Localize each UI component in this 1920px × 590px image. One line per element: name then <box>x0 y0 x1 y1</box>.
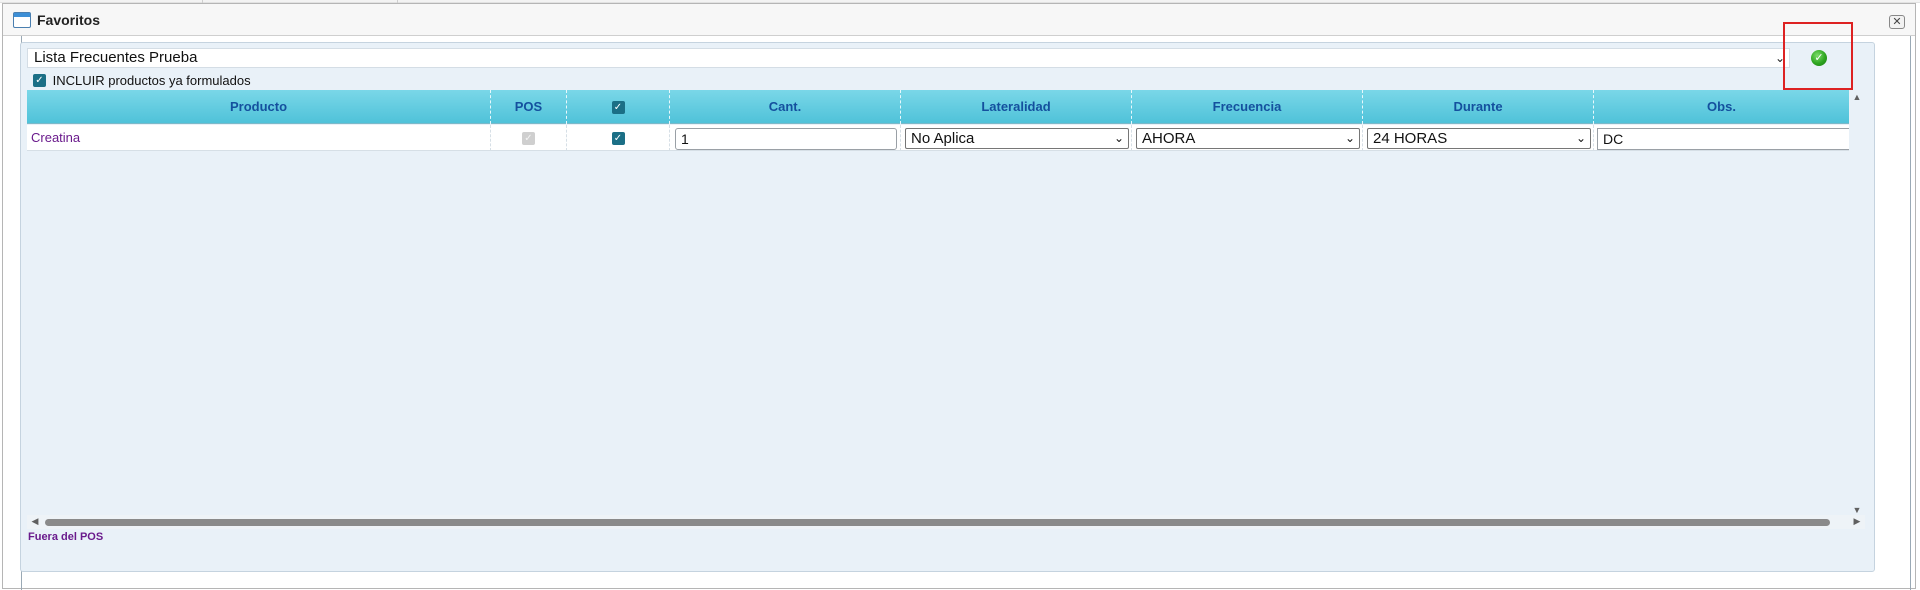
chevron-down-icon: ⌄ <box>1113 131 1124 145</box>
durante-cell: 24 HORAS ⌄ <box>1363 125 1594 151</box>
scroll-up-icon[interactable]: ▲ <box>1849 92 1865 102</box>
frecuencia-value: AHORA <box>1142 130 1196 147</box>
table-row[interactable]: Creatina ✓ ✓ 1 No Aplica ⌄ AHORA ⌄ 24 HO… <box>27 125 1849 151</box>
durante-select[interactable]: 24 HORAS ⌄ <box>1367 128 1591 149</box>
horizontal-scrollbar[interactable]: ◀ ▶ <box>27 515 1865 529</box>
products-grid: Producto POS ✓ Cant. Lateralidad Frecuen… <box>27 90 1849 515</box>
favorites-list-value: Lista Frecuentes Prueba <box>34 49 198 66</box>
grid-header: Producto POS ✓ Cant. Lateralidad Frecuen… <box>27 90 1849 124</box>
cant-cell: 1 <box>670 125 901 151</box>
quantity-input[interactable]: 1 <box>675 128 897 150</box>
chevron-down-icon: ⌄ <box>1575 131 1586 145</box>
frecuencia-cell: AHORA ⌄ <box>1132 125 1363 151</box>
close-icon[interactable]: ✕ <box>1889 15 1905 29</box>
dialog-titlebar[interactable]: Favoritos ✕ <box>3 4 1915 36</box>
include-formulated-checkbox[interactable]: ✓ <box>33 74 46 88</box>
product-name[interactable]: Creatina <box>27 125 491 151</box>
select-all-checkbox[interactable]: ✓ <box>611 101 625 115</box>
favorites-list-select[interactable]: Lista Frecuentes Prueba ⌄ <box>27 48 1790 68</box>
select-cell: ✓ <box>567 125 670 151</box>
column-header-pos[interactable]: POS <box>491 90 567 124</box>
column-header-producto[interactable]: Producto <box>27 90 491 124</box>
column-header-obs[interactable]: Obs. <box>1594 90 1849 124</box>
grid-empty-area <box>27 152 1849 515</box>
scrollbar-thumb[interactable] <box>45 519 1830 526</box>
check-circle-icon[interactable]: ✓ <box>1811 50 1827 66</box>
column-header-durante[interactable]: Durante <box>1363 90 1594 124</box>
chevron-down-icon: ⌄ <box>1774 51 1785 65</box>
column-header-frecuencia[interactable]: Frecuencia <box>1132 90 1363 124</box>
lateralidad-cell: No Aplica ⌄ <box>901 125 1132 151</box>
column-header-lateralidad[interactable]: Lateralidad <box>901 90 1132 124</box>
durante-value: 24 HORAS <box>1373 130 1448 147</box>
dialog-title: Favoritos <box>37 12 101 28</box>
chevron-down-icon: ⌄ <box>1344 131 1355 145</box>
column-header-cant[interactable]: Cant. <box>670 90 901 124</box>
obs-cell: DC <box>1594 125 1849 151</box>
include-formulated-row: ✓ INCLUIR productos ya formulados <box>33 72 251 88</box>
column-header-select: ✓ <box>567 90 670 124</box>
scroll-left-icon[interactable]: ◀ <box>27 516 43 527</box>
scroll-right-icon[interactable]: ▶ <box>1849 516 1865 527</box>
fuera-pos-legend: Fuera del POS <box>28 531 104 543</box>
lateralidad-value: No Aplica <box>911 130 975 147</box>
lateralidad-select[interactable]: No Aplica ⌄ <box>905 128 1129 149</box>
vertical-scrollbar[interactable]: ▲ ▼ <box>1849 92 1865 515</box>
scroll-down-icon[interactable]: ▼ <box>1849 505 1865 515</box>
row-select-checkbox[interactable]: ✓ <box>611 132 625 146</box>
include-formulated-label: INCLUIR productos ya formulados <box>52 73 251 89</box>
pos-cell: ✓ <box>491 125 567 151</box>
frecuencia-select[interactable]: AHORA ⌄ <box>1136 128 1360 149</box>
pos-checkbox: ✓ <box>522 132 535 146</box>
obs-input[interactable]: DC <box>1597 128 1849 150</box>
window-icon <box>13 12 31 28</box>
